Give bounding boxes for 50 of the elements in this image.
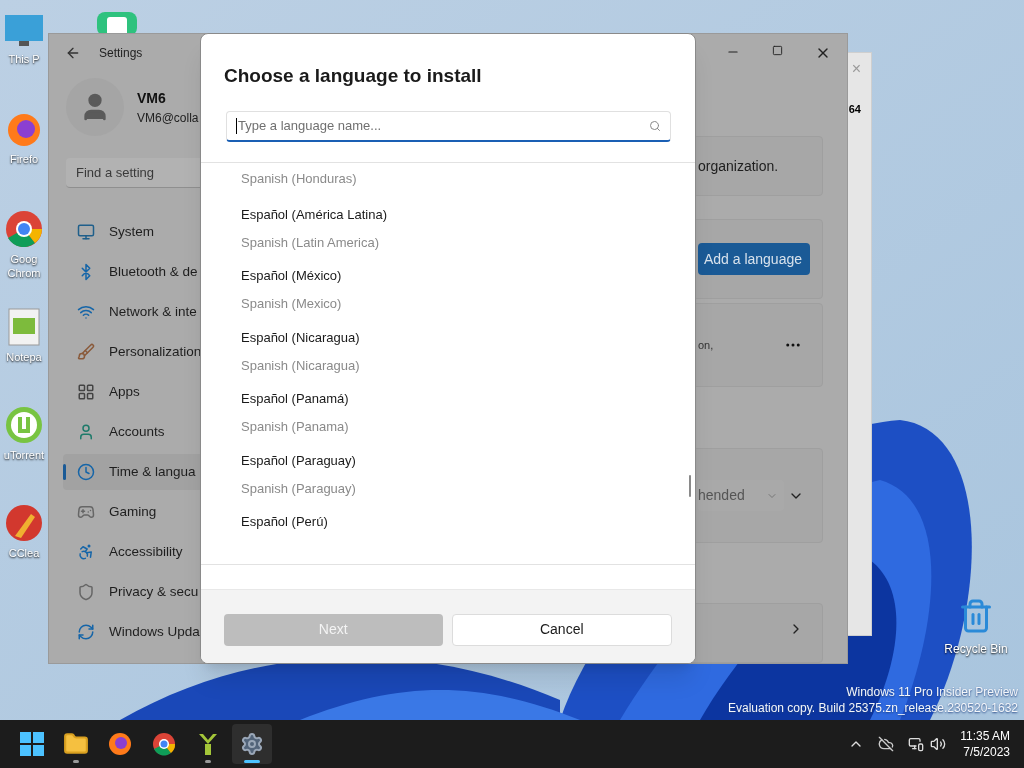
browser-icon [6,112,42,148]
browser-icon [152,732,176,756]
user-name: VM6 [137,88,167,108]
recycle-bin-icon [958,598,994,634]
monitor-icon [4,14,44,48]
gear-icon [240,732,264,756]
clock-date[interactable]: 7/5/2023 [963,744,1010,760]
browser-icon [108,732,132,756]
windows-logo-icon [20,732,44,756]
volume-icon[interactable] [930,736,947,752]
language-item[interactable]: Español (México) Spanish (Mexico) [241,256,695,318]
dialog-title: Choose a language to install [224,64,483,88]
clock-time[interactable]: 11:35 AM [960,728,1010,744]
privacy-icon [77,583,95,601]
window-text: 64 [848,102,861,117]
personalization-icon [77,343,95,361]
user-email: VM6@colla [137,109,199,127]
window-title: Settings [99,45,143,62]
scrollbar-thumb[interactable] [689,474,691,497]
system-icon [77,223,95,241]
cancel-button[interactable]: Cancel [451,613,672,646]
network-icon [77,303,95,321]
torrent-icon [5,406,43,444]
language-item[interactable]: Spanish (Honduras) [241,162,695,195]
language-item[interactable]: Español (Perú) [241,502,695,564]
language-item[interactable]: Español (Paraguay) Spanish (Paraguay) [241,440,695,503]
language-item[interactable]: Español (Nicaragua) Spanish (Nicaragua) [241,317,695,380]
maximize-icon[interactable] [772,45,783,56]
search-field[interactable]: Type a language name... [226,110,671,142]
broom-icon [5,504,43,542]
time-icon [77,463,95,481]
add-language-button[interactable]: Add a language [698,243,810,275]
network-icon[interactable] [908,736,925,752]
apps-icon [77,383,95,401]
search-icon [649,119,661,132]
notepad-icon [8,308,40,346]
folder-icon [63,731,89,757]
browser-icon [5,210,43,248]
description-text: organization. [698,156,779,176]
cloud-off-icon[interactable] [878,736,895,752]
gaming-icon [77,503,95,521]
language-item[interactable]: Español (América Latina) Spanish (Latin America) [241,194,695,257]
accessibility-icon [77,543,95,561]
accounts-icon [77,423,95,441]
description-text: on, [698,337,714,353]
selection-indicator [63,464,66,480]
android-app-icon [197,732,219,756]
language-item[interactable]: Español (Panamá) Spanish (Panama) [241,379,695,441]
update-icon [77,623,95,641]
taskbar-button[interactable] [232,724,272,764]
